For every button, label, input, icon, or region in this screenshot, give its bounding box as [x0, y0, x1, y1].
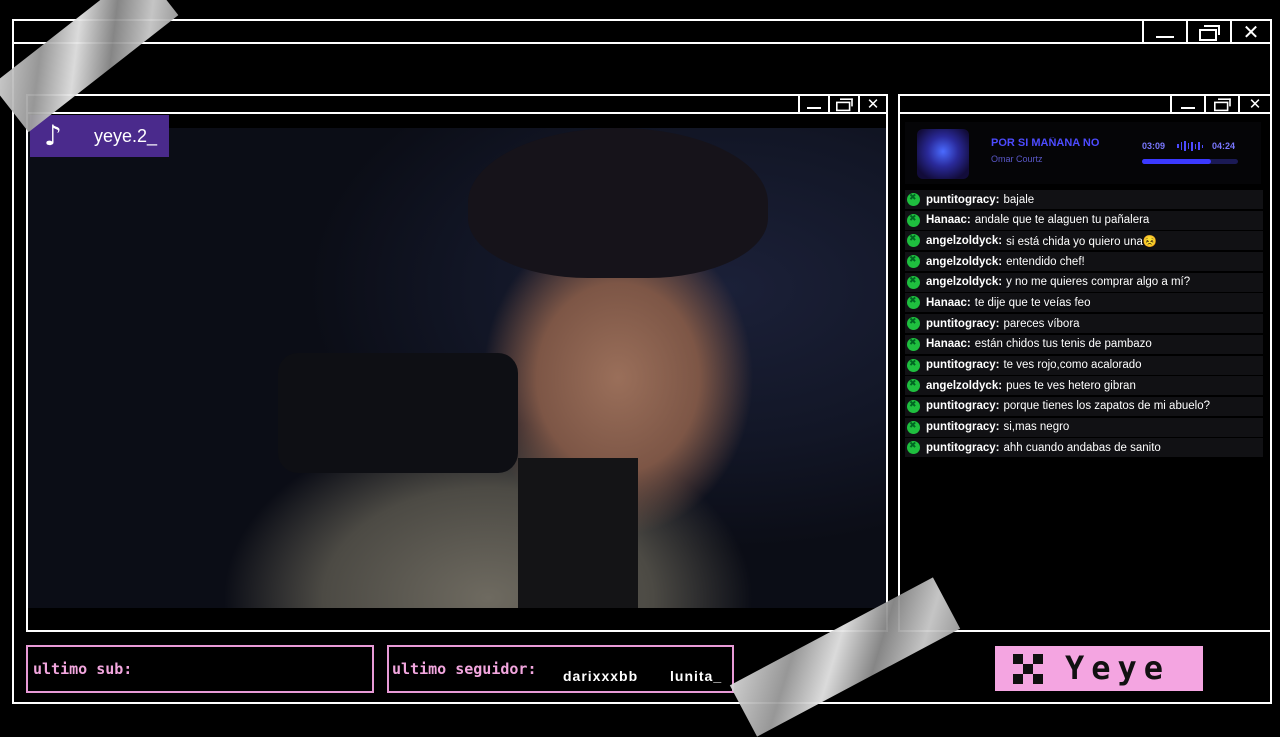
chat-message: puntitogracy:porque tienes los zapatos d…	[905, 396, 1263, 416]
follower-name-1: darixxxbb	[563, 668, 639, 684]
brand-badge: Yeye	[995, 646, 1203, 691]
chat-message: Hanaac:andale que te alaguen tu pañalera	[905, 210, 1263, 230]
tiktok-icon: ♪	[44, 119, 62, 152]
chat-badge-icon	[907, 192, 920, 206]
chat-username: angelzoldyck:	[926, 379, 1003, 392]
chat-text: ahh cuando andabas de sanito	[1003, 441, 1161, 454]
camera-maximize-button[interactable]	[828, 96, 858, 112]
chat-message: puntitogracy:te ves rojo,como acalorado	[905, 355, 1263, 375]
chat-username: Hanaac:	[926, 214, 971, 227]
elapsed-time: 03:09	[1142, 141, 1166, 151]
chat-minimize-button[interactable]	[1170, 96, 1204, 112]
chat-badge-icon	[907, 378, 920, 393]
chat-message: angelzoldyck:si está chida yo quiero una…	[905, 231, 1263, 251]
close-icon: ✕	[866, 94, 880, 113]
outer-titlebar: ✕	[12, 19, 1272, 44]
chat-message: Hanaac:están chidos tus tenis de pambazo	[905, 334, 1263, 354]
chat-badge-icon	[907, 399, 920, 413]
chat-text: están chidos tus tenis de pambazo	[974, 338, 1152, 351]
tiktok-handle-badge: ♪ yeye.2_	[30, 115, 169, 157]
chat-text: pues te ves hetero gibran	[1006, 379, 1136, 392]
camera-close-button[interactable]: ✕	[858, 96, 886, 112]
restore-icon	[836, 98, 853, 112]
chat-badge-icon	[907, 420, 920, 434]
shirt-shape	[518, 458, 638, 608]
chat-badge-icon	[907, 337, 920, 351]
album-art	[917, 129, 969, 179]
song-title: POR SI MAÑANA NO	[991, 137, 1100, 149]
camera-titlebar: ✕	[26, 94, 888, 114]
chat-maximize-button[interactable]	[1204, 96, 1238, 112]
chat-username: puntitogracy:	[926, 441, 1000, 454]
chat-close-button[interactable]: ✕	[1238, 96, 1270, 112]
chat-message: Hanaac:te dije que te veías feo	[905, 293, 1263, 313]
follower-name-2: lunita_	[670, 668, 723, 684]
chat-text: y no me quieres comprar algo a mí?	[1006, 276, 1191, 289]
restore-icon	[1199, 24, 1220, 41]
chat-badge-icon	[907, 295, 920, 310]
song-artist: Omar Courtz	[991, 154, 1043, 164]
chat-badge-icon	[907, 275, 920, 289]
chat-message: angelzoldyck:pues te ves hetero gibran	[905, 376, 1263, 396]
chat-username: puntitogracy:	[926, 317, 1000, 330]
chat-message: angelzoldyck:y no me quieres comprar alg…	[905, 272, 1263, 292]
close-icon: ✕	[1242, 19, 1260, 44]
chat-text: te ves rojo,como acalorado	[1003, 359, 1142, 371]
chat-message: puntitogracy:ahh cuando andabas de sanit…	[905, 438, 1263, 458]
chat-text: si,mas negro	[1003, 421, 1070, 434]
chat-username: Hanaac:	[926, 338, 971, 351]
chat-text: bajale	[1003, 193, 1035, 206]
outer-close-button[interactable]: ✕	[1230, 21, 1270, 42]
minimize-icon	[1156, 35, 1174, 38]
chat-message: puntitogracy:bajale	[905, 190, 1263, 209]
chat-badge-icon	[907, 213, 920, 227]
chat-message: puntitogracy:pareces víbora	[905, 314, 1263, 334]
close-icon: ✕	[1248, 94, 1262, 113]
hair-shape	[468, 128, 768, 278]
chat-badge-icon	[907, 254, 920, 269]
chat-text: entendido chef!	[1006, 255, 1085, 268]
minimize-icon	[1181, 107, 1195, 109]
chat-titlebar: ✕	[898, 94, 1272, 114]
chat-username: puntitogracy:	[926, 359, 1000, 371]
chat-text: te dije que te veías feo	[974, 296, 1091, 309]
outer-maximize-button[interactable]	[1186, 21, 1230, 42]
chat-badge-icon	[907, 316, 920, 331]
chat-message: puntitogracy:si,mas negro	[905, 417, 1263, 437]
chat-text: pareces víbora	[1003, 317, 1080, 330]
restore-icon	[1214, 98, 1231, 112]
chat-username: puntitogracy:	[926, 421, 1000, 434]
checker-logo-icon	[1013, 654, 1043, 684]
chat-username: Hanaac:	[926, 296, 971, 309]
brand-text: Yeye	[1065, 649, 1171, 687]
last-follower-label: ultimo seguidor:	[392, 660, 537, 678]
duration-time: 04:24	[1212, 141, 1236, 151]
chat-text: andale que te alaguen tu pañalera	[974, 214, 1150, 227]
progress-fill	[1142, 159, 1212, 164]
outer-minimize-button[interactable]	[1142, 21, 1186, 42]
chat-text: porque tienes los zapatos de mi abuelo?	[1003, 400, 1210, 413]
chat-badge-icon	[907, 233, 920, 248]
chat-username: angelzoldyck:	[926, 234, 1003, 247]
progress-bar[interactable]	[1142, 159, 1238, 164]
chat-username: angelzoldyck:	[926, 276, 1003, 289]
camera-minimize-button[interactable]	[798, 96, 828, 112]
chat-badge-icon	[907, 358, 920, 372]
waveform-icon	[1177, 141, 1203, 151]
chair-shape	[278, 353, 518, 473]
chat-username: puntitogracy:	[926, 193, 1000, 206]
chat-list: puntitogracy:bajaleHanaac:andale que te …	[905, 190, 1263, 459]
last-sub-label: ultimo sub:	[33, 660, 133, 678]
chat-username: puntitogracy:	[926, 400, 1000, 413]
chat-message: angelzoldyck:entendido chef!	[905, 252, 1263, 272]
minimize-icon	[807, 107, 821, 109]
chat-badge-icon	[907, 440, 920, 455]
webcam-video	[28, 128, 886, 608]
chat-username: angelzoldyck:	[926, 255, 1003, 268]
now-playing-widget: POR SI MAÑANA NO Omar Courtz 03:09 04:24	[905, 122, 1261, 184]
chat-text: si está chida yo quiero una😣	[1006, 235, 1158, 248]
tiktok-handle: yeye.2_	[94, 125, 158, 146]
